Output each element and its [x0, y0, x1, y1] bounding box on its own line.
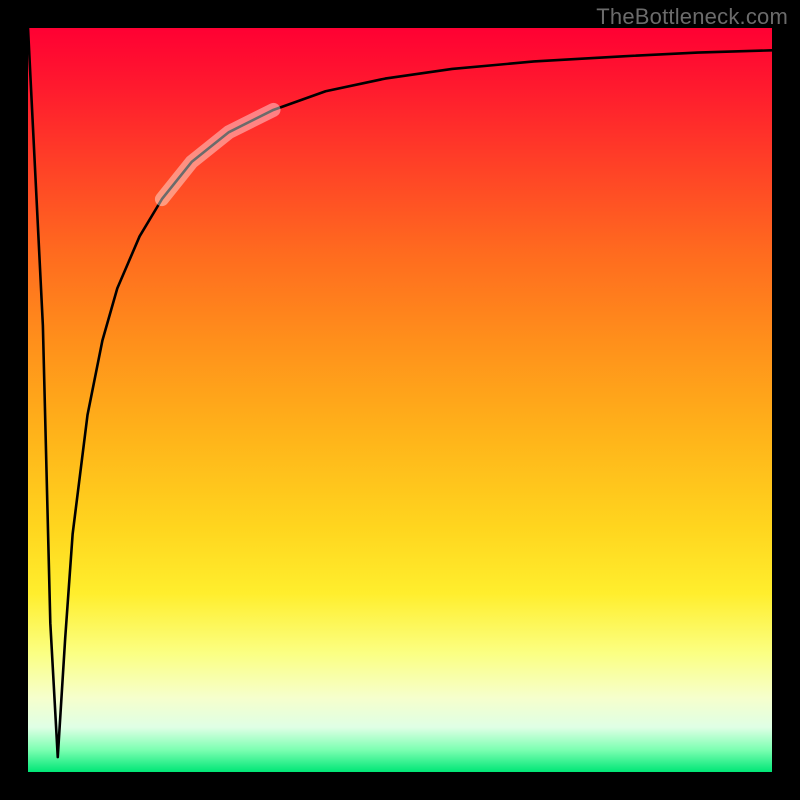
- curve-svg: [28, 28, 772, 772]
- plot-area: [28, 28, 772, 772]
- highlight-segment: [162, 110, 274, 199]
- watermark-text: TheBottleneck.com: [596, 4, 788, 30]
- bottleneck-curve: [28, 28, 772, 757]
- chart-container: TheBottleneck.com: [0, 0, 800, 800]
